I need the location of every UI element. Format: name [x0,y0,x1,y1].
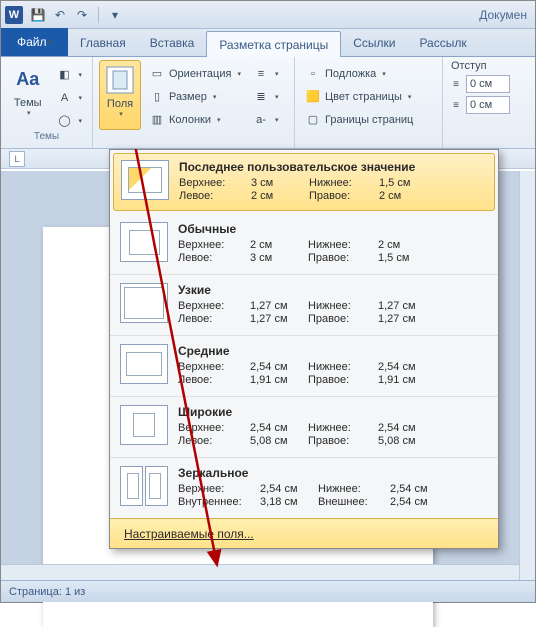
margins-thumb-icon [120,283,168,323]
themes-button[interactable]: Aa Темы ▾ [7,60,48,130]
margins-custom-button[interactable]: Настраиваемые поля... [110,518,498,548]
ribbon: Aa Темы ▾ ◧▾ A▾ ◯▾ Темы Поля ▾ ▭Ориентац [1,57,535,149]
margins-dropdown: Последнее пользовательское значение Верх… [109,149,499,549]
page-borders-icon: ▢ [305,112,321,128]
page-borders-button[interactable]: ▢Границы страниц [301,109,417,130]
margins-preset-last[interactable]: Последнее пользовательское значение Верх… [113,153,495,211]
tab-references[interactable]: Ссылки [341,30,407,56]
group-label-page-setup [99,131,288,145]
chevron-down-icon: ▾ [49,38,53,46]
chevron-down-icon: ▾ [27,109,31,117]
theme-fonts-button[interactable]: A▾ [52,87,86,108]
tab-file[interactable]: Файл ▾ [1,28,68,56]
margins-button[interactable]: Поля ▾ [99,60,141,130]
group-label-background [301,131,436,145]
indent-left-icon: ≡ [449,77,463,91]
effects-icon: ◯ [56,113,72,129]
margins-thumb-icon [120,466,168,506]
margins-thumb-icon [120,222,168,262]
size-button[interactable]: ▯Размер▾ [145,86,245,107]
status-bar: Страница: 1 из [1,580,535,602]
vertical-scrollbar[interactable] [519,171,535,580]
margins-preset-wide[interactable]: Широкие Верхнее:2,54 см Нижнее:2,54 см Л… [110,397,498,458]
size-icon: ▯ [149,89,165,105]
colors-icon: ◧ [56,67,72,83]
indent-left-input[interactable]: ≡0 см [449,75,510,93]
breaks-button[interactable]: ≡▾ [249,63,283,84]
window-title: Докумен [479,8,527,22]
hyphenation-icon: a- [253,112,269,128]
group-page-background: ▫Подложка▾ 🟨Цвет страницы▾ ▢Границы стра… [295,57,443,148]
theme-effects-button[interactable]: ◯▾ [52,110,86,131]
undo-icon[interactable]: ↶ [51,6,69,24]
themes-icon: Aa [12,63,44,95]
indent-header: Отступ [449,60,487,72]
columns-button[interactable]: ▥Колонки▾ [145,109,245,130]
margins-preset-mirrored[interactable]: Зеркальное Верхнее:2,54 см Нижнее:2,54 с… [110,458,498,518]
hyphenation-button[interactable]: a-▾ [249,109,283,130]
title-bar: W 💾 ↶ ↷ ▾ Докумен [1,1,535,29]
tab-selector-button[interactable]: L [9,151,25,167]
group-page-setup: Поля ▾ ▭Ориентация▾ ▯Размер▾ ▥Колонки▾ ≡… [93,57,295,148]
orientation-button[interactable]: ▭Ориентация▾ [145,63,245,84]
group-themes: Aa Темы ▾ ◧▾ A▾ ◯▾ Темы [1,57,93,148]
line-numbers-button[interactable]: ≣▾ [249,86,283,107]
quick-access-toolbar: 💾 ↶ ↷ ▾ [29,6,124,24]
separator [98,7,99,23]
margins-preset-moderate[interactable]: Средние Верхнее:2,54 см Нижнее:2,54 см Л… [110,336,498,397]
tab-insert[interactable]: Вставка [138,30,207,56]
margins-preset-narrow[interactable]: Узкие Верхнее:1,27 см Нижнее:1,27 см Лев… [110,275,498,336]
page-color-button[interactable]: 🟨Цвет страницы▾ [301,86,417,107]
redo-icon[interactable]: ↷ [73,6,91,24]
line-numbers-icon: ≣ [253,89,269,105]
indent-right-input[interactable]: ≡0 см [449,96,510,114]
horizontal-scrollbar[interactable] [1,564,519,580]
save-icon[interactable]: 💾 [29,6,47,24]
margins-thumb-icon [121,160,169,200]
tab-mailings[interactable]: Рассылк [407,30,478,56]
columns-icon: ▥ [149,112,165,128]
page-count-status: Страница: 1 из [9,586,85,598]
theme-colors-button[interactable]: ◧▾ [52,64,86,85]
page-color-icon: 🟨 [305,89,321,105]
indent-right-icon: ≡ [449,98,463,112]
orientation-icon: ▭ [149,66,165,82]
margins-preset-normal[interactable]: Обычные Верхнее:2 см Нижнее:2 см Левое:3… [110,214,498,275]
qat-customize-icon[interactable]: ▾ [106,6,124,24]
ribbon-tabs: Файл ▾ Главная Вставка Разметка страницы… [1,29,535,57]
tab-home[interactable]: Главная [68,30,138,56]
watermark-icon: ▫ [305,66,321,82]
group-indent: Отступ ≡0 см ≡0 см [443,57,535,148]
margins-thumb-icon [120,344,168,384]
breaks-icon: ≡ [253,66,269,82]
chevron-down-icon: ▾ [119,110,123,118]
margins-thumb-icon [120,405,168,445]
watermark-button[interactable]: ▫Подложка▾ [301,63,417,84]
margins-icon [104,64,136,96]
word-app-icon: W [5,6,23,24]
tab-page-layout[interactable]: Разметка страницы [206,31,341,57]
fonts-icon: A [56,90,72,106]
group-label-themes: Темы [7,131,86,145]
